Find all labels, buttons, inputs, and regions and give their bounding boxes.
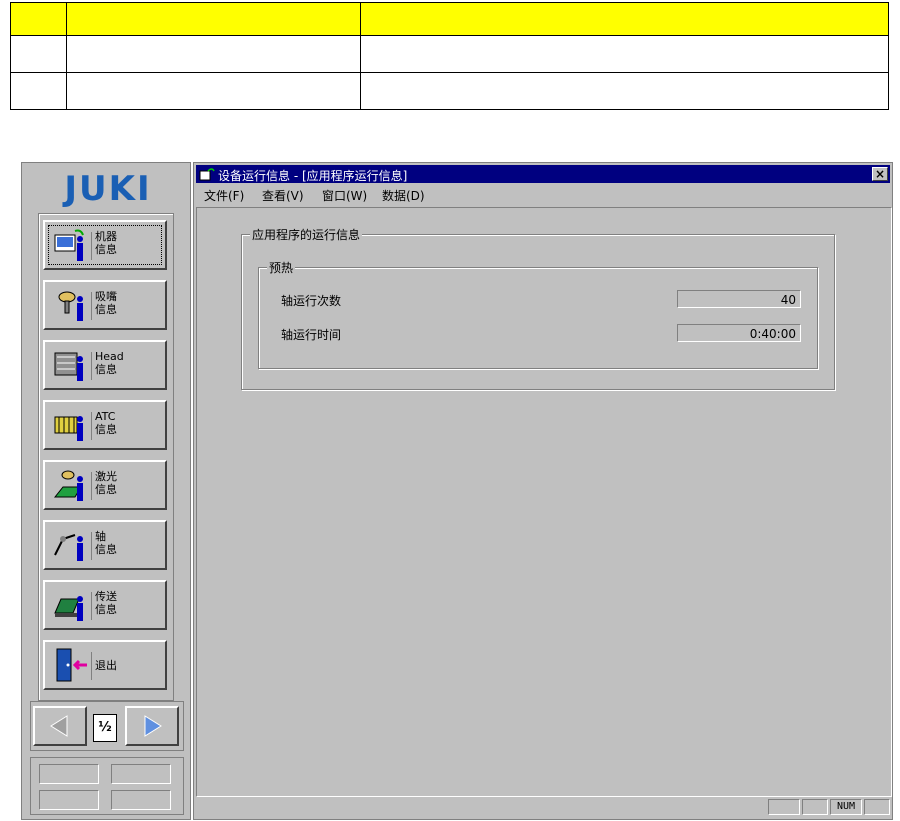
- table-row: [10, 35, 889, 73]
- menu-window[interactable]: 窗口(W): [322, 187, 367, 204]
- button-separator: [91, 292, 92, 320]
- button-separator: [91, 652, 92, 680]
- sidebar-item-exit[interactable]: 退出: [43, 640, 167, 690]
- next-page-button[interactable]: [125, 706, 179, 746]
- sidebar-item-label: Head 信息: [95, 350, 124, 376]
- table-cell: [360, 35, 889, 73]
- button-separator: [91, 472, 92, 500]
- sidebar-item-machine-info[interactable]: 机器 信息: [43, 220, 167, 270]
- button-separator: [91, 352, 92, 380]
- sidebar-item-axis-info[interactable]: 轴 信息: [43, 520, 167, 570]
- sidebar-item-atc-info[interactable]: ATC 信息: [43, 400, 167, 450]
- status-cell: [39, 790, 99, 810]
- status-bar: NUM: [196, 797, 890, 817]
- menu-file[interactable]: 文件(F): [204, 187, 244, 204]
- nozzle-info-icon: [58, 291, 83, 321]
- status-cell: [111, 790, 171, 810]
- sidebar-item-laser-info[interactable]: 激光 信息: [43, 460, 167, 510]
- table-row: [10, 72, 889, 110]
- table-cell: [10, 35, 67, 73]
- button-separator: [91, 412, 92, 440]
- table-cell: [66, 2, 361, 36]
- sidebar-item-head-info[interactable]: Head 信息: [43, 340, 167, 390]
- laser-info-icon: [53, 470, 83, 501]
- table-cell: [360, 2, 889, 36]
- table-header-row: [10, 2, 889, 36]
- right-arrow-icon: [144, 715, 162, 737]
- table-cell: [360, 72, 889, 110]
- machine-info-icon: [54, 229, 84, 261]
- table-cell: [10, 72, 67, 110]
- table-cell: [66, 35, 361, 73]
- left-arrow-icon: [50, 715, 68, 737]
- sub-group-title: 预热: [267, 259, 296, 276]
- sidebar-item-label: 吸嘴 信息: [95, 290, 117, 316]
- status-pane: [802, 799, 828, 815]
- axis-run-count-value: 40: [677, 290, 801, 308]
- title-bar[interactable]: 设备运行信息 - [应用程序运行信息] ×: [196, 165, 890, 183]
- window-title: 设备运行信息 - [应用程序运行信息]: [218, 169, 408, 183]
- axis-run-time-value: 0:40:00: [677, 324, 801, 342]
- sidebar-item-label: ATC 信息: [95, 410, 117, 436]
- main-window: 设备运行信息 - [应用程序运行信息] × 文件(F) 查看(V) 窗口(W) …: [193, 162, 893, 820]
- close-button[interactable]: ×: [872, 167, 888, 181]
- sidebar-item-nozzle-info[interactable]: 吸嘴 信息: [43, 280, 167, 330]
- status-cell: [111, 764, 171, 784]
- app-icon: [199, 168, 215, 181]
- menu-bar: 文件(F) 查看(V) 窗口(W) 数据(D): [196, 185, 890, 205]
- menu-view[interactable]: 查看(V): [262, 187, 304, 204]
- table-cell: [66, 72, 361, 110]
- page-indicator: ½: [93, 714, 117, 742]
- head-info-icon: [54, 352, 83, 381]
- status-pane: [864, 799, 890, 815]
- axis-run-count-label: 轴运行次数: [281, 294, 342, 308]
- atc-info-icon: [54, 416, 83, 441]
- sidebar-item-label: 激光 信息: [95, 470, 117, 496]
- client-area: 应用程序的运行信息 预热 轴运行次数 40 轴运行时间 0:40:00: [196, 207, 892, 797]
- sidebar-item-label: 传送 信息: [95, 590, 117, 616]
- status-pane: [768, 799, 800, 815]
- sidebar-item-label: 退出: [95, 659, 117, 672]
- sidebar-item-label: 轴 信息: [95, 530, 117, 556]
- menu-data[interactable]: 数据(D): [382, 187, 425, 204]
- page-navigator: ½: [30, 701, 184, 751]
- group-title: 应用程序的运行信息: [250, 226, 363, 243]
- num-lock-indicator: NUM: [830, 799, 862, 815]
- conveyor-info-icon: [54, 596, 83, 621]
- document-table: [10, 2, 889, 110]
- status-indicator-grid: [30, 757, 184, 815]
- juki-logo-text: JUKI: [62, 169, 151, 207]
- juki-side-panel: JUKI 机器 信息 吸嘴 信息 Head 信息 ATC 信息 激光 信息 轴 …: [21, 162, 191, 820]
- warmup-group: 预热 轴运行次数 40 轴运行时间 0:40:00: [258, 259, 818, 369]
- sidebar-item-label: 机器 信息: [95, 230, 117, 256]
- previous-page-button[interactable]: [33, 706, 87, 746]
- table-cell: [10, 2, 67, 36]
- app-run-info-group: 应用程序的运行信息 预热 轴运行次数 40 轴运行时间 0:40:00: [241, 226, 835, 390]
- status-cell: [39, 764, 99, 784]
- juki-logo: JUKI: [62, 169, 151, 207]
- button-separator: [91, 232, 92, 260]
- sidebar-item-conveyor-info[interactable]: 传送 信息: [43, 580, 167, 630]
- button-separator: [91, 592, 92, 620]
- sidebar-button-column: 机器 信息 吸嘴 信息 Head 信息 ATC 信息 激光 信息 轴 信息 传送…: [38, 213, 174, 701]
- axis-info-icon: [54, 534, 83, 561]
- button-separator: [91, 532, 92, 560]
- exit-door-icon: [56, 648, 87, 682]
- axis-run-time-label: 轴运行时间: [281, 328, 342, 342]
